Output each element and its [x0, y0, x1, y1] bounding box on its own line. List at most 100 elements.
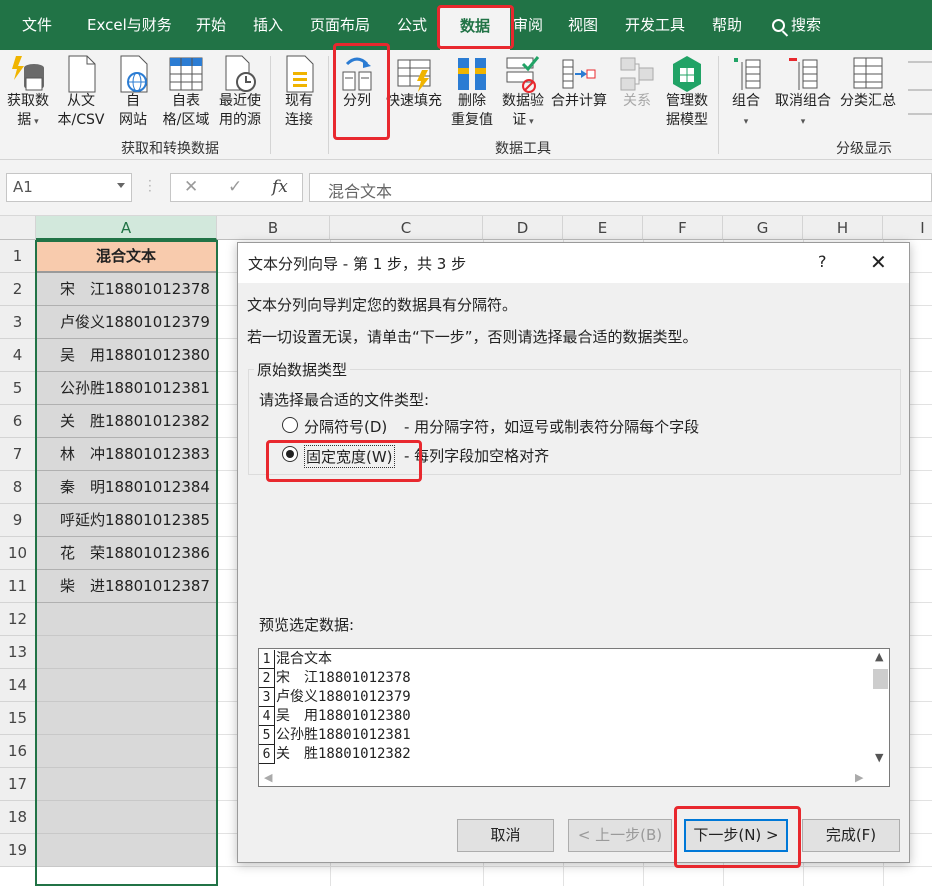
row-header[interactable]: 13: [0, 636, 36, 669]
tab-view[interactable]: 视图: [568, 0, 598, 50]
data-cell[interactable]: 关 胜18801012382: [36, 405, 216, 438]
dialog-title-bar[interactable]: 文本分列向导 - 第 1 步，共 3 步 ? ✕: [238, 243, 909, 283]
data-cell[interactable]: 花 荣18801012386: [36, 537, 216, 570]
existing-connections-button[interactable]: 现有 连接: [274, 50, 324, 136]
ungroup-button[interactable]: 取消组合 ▾: [770, 50, 836, 136]
group-button[interactable]: 组合 ▾: [722, 50, 770, 136]
tab-excel-finance[interactable]: Excel与财务: [87, 0, 172, 50]
delimited-radio[interactable]: [282, 417, 298, 433]
from-text-csv-button[interactable]: 从文 本/CSV: [54, 50, 108, 136]
name-box[interactable]: A1: [6, 173, 132, 202]
row-header[interactable]: 16: [0, 735, 36, 768]
select-all-corner[interactable]: [0, 216, 36, 240]
fixed-width-radio[interactable]: [282, 446, 298, 462]
header-cell[interactable]: 混合文本: [36, 240, 216, 273]
insert-function-icon[interactable]: fx: [272, 177, 288, 197]
search-box[interactable]: 搜索: [772, 0, 821, 50]
scroll-down-icon[interactable]: ▼: [875, 751, 883, 764]
column-header-f[interactable]: F: [643, 216, 723, 240]
get-data-button[interactable]: 获取数据 ▾: [2, 50, 54, 136]
data-preview[interactable]: 1 混合文本 2 宋 江18801012378 3 卢俊义18801012379 4 吴 用1…: [258, 648, 890, 787]
relationships-button[interactable]: 关系: [614, 50, 660, 136]
flash-fill-button[interactable]: 快速填充: [384, 50, 444, 136]
show-detail-icon[interactable]: [904, 54, 932, 134]
finish-button[interactable]: 完成(F): [802, 819, 900, 852]
row-header[interactable]: 14: [0, 669, 36, 702]
row-header[interactable]: 19: [0, 834, 36, 867]
tab-review[interactable]: 审阅: [513, 0, 543, 50]
subtotal-button[interactable]: 分类汇总: [836, 50, 900, 136]
column-header-b[interactable]: B: [217, 216, 330, 240]
tab-formulas[interactable]: 公式: [397, 0, 427, 50]
scroll-up-icon[interactable]: ▲: [875, 650, 883, 663]
column-header-g[interactable]: G: [723, 216, 803, 240]
data-cell[interactable]: [36, 768, 216, 801]
row-header[interactable]: 17: [0, 768, 36, 801]
column-header-h[interactable]: H: [803, 216, 883, 240]
scroll-thumb[interactable]: [873, 669, 888, 689]
data-cell[interactable]: [36, 801, 216, 834]
data-cell[interactable]: 林 冲18801012383: [36, 438, 216, 471]
tab-file[interactable]: 文件: [22, 0, 52, 50]
row-header[interactable]: 12: [0, 603, 36, 636]
column-header-i[interactable]: I: [883, 216, 932, 240]
row-header[interactable]: 2: [0, 273, 36, 306]
consolidate-button[interactable]: 合并计算: [548, 50, 610, 136]
data-cell[interactable]: [36, 669, 216, 702]
from-web-button[interactable]: 自网站: [108, 50, 158, 136]
manage-data-model-button[interactable]: 管理数 据模型: [660, 50, 714, 136]
tab-developer[interactable]: 开发工具: [625, 0, 685, 50]
data-cell[interactable]: 吴 用18801012380: [36, 339, 216, 372]
tab-data[interactable]: 数据: [440, 8, 510, 50]
scroll-right-icon[interactable]: ▶: [855, 771, 863, 784]
column-header-a[interactable]: A: [36, 216, 217, 240]
data-cell[interactable]: 公孙胜18801012381: [36, 372, 216, 405]
column-header-e[interactable]: E: [563, 216, 643, 240]
data-cell[interactable]: 呼延灼18801012385: [36, 504, 216, 537]
data-cell[interactable]: [36, 735, 216, 768]
close-icon[interactable]: ✕: [870, 250, 887, 274]
cancel-icon[interactable]: ✕: [184, 177, 198, 197]
row-header[interactable]: 1: [0, 240, 36, 273]
next-button[interactable]: 下一步(N) >: [684, 819, 788, 852]
recent-sources-button[interactable]: 最近使 用的源: [214, 50, 266, 136]
row-header[interactable]: 9: [0, 504, 36, 537]
data-cell[interactable]: 卢俊义18801012379: [36, 306, 216, 339]
data-cell[interactable]: [36, 702, 216, 735]
row-header[interactable]: 11: [0, 570, 36, 603]
chevron-down-icon[interactable]: [117, 183, 125, 188]
row-header[interactable]: 5: [0, 372, 36, 405]
data-cell[interactable]: [36, 636, 216, 669]
data-cell[interactable]: 秦 明18801012384: [36, 471, 216, 504]
tab-help[interactable]: 帮助: [712, 0, 742, 50]
tab-home[interactable]: 开始: [196, 0, 226, 50]
vertical-scrollbar[interactable]: ▲ ▼: [871, 649, 889, 769]
text-to-columns-button[interactable]: 分列: [334, 50, 380, 136]
row-header[interactable]: 3: [0, 306, 36, 339]
data-cell[interactable]: 柴 进18801012387: [36, 570, 216, 603]
row-header[interactable]: 4: [0, 339, 36, 372]
data-validation-button[interactable]: 数据验证 ▾: [498, 50, 548, 136]
data-cell[interactable]: [36, 603, 216, 636]
help-icon[interactable]: ?: [818, 252, 827, 271]
row-header[interactable]: 15: [0, 702, 36, 735]
row-header[interactable]: 7: [0, 438, 36, 471]
cancel-button[interactable]: 取消: [457, 819, 554, 852]
row-header[interactable]: 10: [0, 537, 36, 570]
row-header[interactable]: 18: [0, 801, 36, 834]
formula-input[interactable]: 混合文本: [309, 173, 932, 202]
tab-insert[interactable]: 插入: [253, 0, 283, 50]
data-cell[interactable]: 宋 江18801012378: [36, 273, 216, 306]
row-header[interactable]: 8: [0, 471, 36, 504]
data-cell[interactable]: [36, 834, 216, 867]
from-table-button[interactable]: 自表 格/区域: [158, 50, 214, 136]
scroll-left-icon[interactable]: ◀: [264, 771, 272, 784]
column-header-d[interactable]: D: [483, 216, 563, 240]
horizontal-scrollbar[interactable]: ◀ ▶: [259, 769, 871, 786]
enter-icon[interactable]: ✓: [228, 177, 242, 197]
resize-handle-icon[interactable]: · · ·: [148, 175, 152, 197]
fixed-width-label[interactable]: 固定宽度(W): [304, 445, 395, 468]
back-button[interactable]: < 上一步(B): [568, 819, 672, 852]
row-header[interactable]: 6: [0, 405, 36, 438]
tab-page-layout[interactable]: 页面布局: [310, 0, 370, 50]
